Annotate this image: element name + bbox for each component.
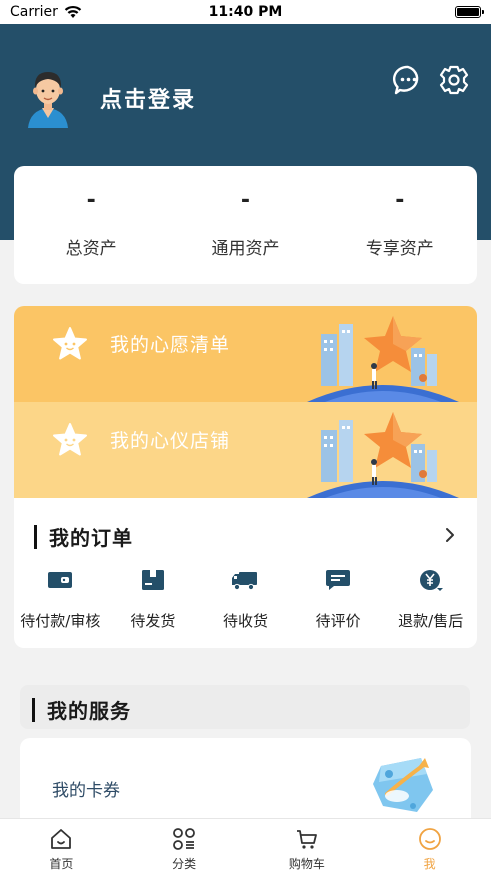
coupons-card[interactable]: 我的卡券 [20, 738, 471, 828]
comment-icon [326, 570, 351, 590]
order-refund-label: 退款/售后 [398, 612, 464, 630]
shop-label: 我的心仪店铺 [110, 430, 231, 452]
shop-banner[interactable]: 我的心仪店铺 [14, 402, 477, 498]
asset-total-value: - [86, 188, 96, 213]
settings-icon[interactable] [438, 64, 470, 96]
wishlist-banner[interactable]: 我的心愿清单 [14, 306, 477, 402]
services-title: 我的服务 [47, 699, 131, 723]
wifi-icon [64, 5, 82, 18]
order-pending-receipt[interactable]: 待收货 [199, 568, 292, 631]
tab-profile[interactable]: 我 [368, 819, 491, 877]
asset-general-value: - [240, 188, 251, 213]
asset-exclusive-label: 专享资产 [365, 239, 434, 259]
star-icon [53, 423, 87, 456]
battery-icon [455, 6, 484, 18]
status-bar: Carrier 11:40 PM [0, 0, 491, 24]
section-accent-bar [34, 524, 37, 549]
refund-icon [419, 570, 443, 591]
asset-exclusive-value: - [395, 188, 405, 213]
order-pending-receipt-label: 待收货 [222, 612, 268, 630]
order-pending-review[interactable]: 待评价 [292, 568, 385, 631]
orders-title: 我的订单 [49, 526, 133, 550]
package-icon [141, 570, 164, 590]
assets-card: - 总资产 - 通用资产 - 专享资产 [14, 166, 477, 284]
profile-icon [418, 828, 441, 850]
order-pending-shipment[interactable]: 待发货 [107, 568, 200, 631]
asset-exclusive[interactable]: - 专享资产 [323, 166, 477, 284]
carrier-label: Carrier [10, 4, 58, 20]
tab-category-label: 分类 [172, 857, 197, 871]
services-header: 我的服务 [20, 685, 470, 729]
asset-total[interactable]: - 总资产 [14, 166, 168, 284]
tab-home-label: 首页 [49, 857, 74, 871]
order-status-row: 待付款/审核 待发货 待收货 待评价 退款/售后 [14, 568, 477, 631]
star-icon [53, 327, 87, 360]
avatar[interactable] [20, 66, 76, 128]
home-icon [51, 829, 72, 849]
category-icon [173, 828, 196, 850]
chevron-right-icon[interactable] [443, 526, 457, 544]
order-pending-payment[interactable]: 待付款/审核 [14, 568, 107, 631]
login-link[interactable]: 点击登录 [100, 82, 196, 114]
message-icon[interactable] [392, 64, 424, 96]
tab-category[interactable]: 分类 [123, 819, 246, 877]
order-pending-payment-label: 待付款/审核 [20, 612, 101, 630]
tab-cart-label: 购物车 [288, 857, 325, 871]
orders-header: 我的订单 [34, 522, 133, 551]
truck-icon [232, 572, 258, 591]
wallet-icon [48, 572, 73, 588]
order-pending-review-label: 待评价 [315, 612, 361, 630]
asset-general-label: 通用资产 [211, 239, 280, 259]
star-city-illustration [307, 316, 459, 402]
order-refund[interactable]: 退款/售后 [384, 568, 477, 631]
coupon-illustration [373, 758, 433, 812]
tab-home[interactable]: 首页 [0, 819, 123, 877]
asset-general[interactable]: - 通用资产 [168, 166, 322, 284]
section-accent-bar [32, 697, 35, 722]
bottom-tab-bar: 首页 分类 购物车 我 [0, 818, 491, 877]
wishlist-label: 我的心愿清单 [110, 334, 231, 356]
tab-profile-label: 我 [423, 857, 436, 871]
order-pending-shipment-label: 待发货 [130, 612, 176, 630]
asset-total-label: 总资产 [65, 239, 117, 259]
orders-card: 我的订单 待付款/审核 待发货 待收货 待评价 退款/售后 [14, 498, 477, 648]
tab-cart[interactable]: 购物车 [246, 819, 369, 877]
star-city-illustration [307, 412, 459, 498]
coupons-label: 我的卡券 [52, 781, 120, 801]
cart-icon [296, 830, 317, 849]
